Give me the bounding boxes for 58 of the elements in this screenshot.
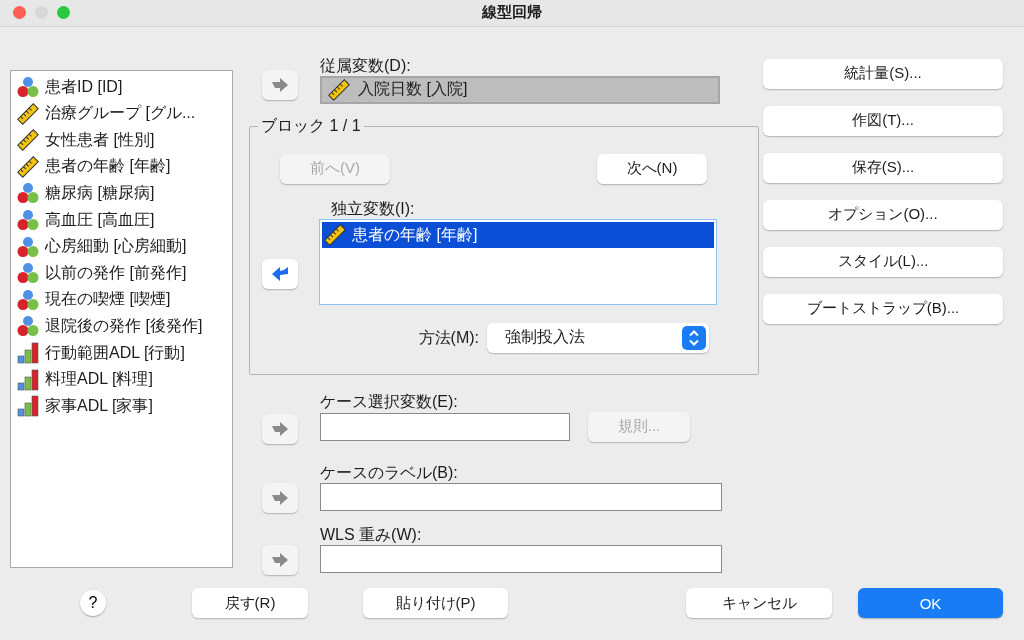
field-label: ケース選択変数(E): [320,391,459,412]
field-label: WLS 重み(W): [320,524,423,545]
window-title: 線型回帰 [480,3,543,23]
input-field[interactable] [320,412,570,441]
variable-item[interactable]: 治療グループ [グル... [15,100,232,127]
bars-icon [17,342,39,365]
dialog-button[interactable]: 戻す(R) [192,588,308,619]
ok-button[interactable]: OK [858,588,1003,619]
method-select[interactable]: 強制投入法 [487,322,709,353]
bars-icon [17,368,39,391]
right-arrow-icon [271,490,289,505]
variable-item[interactable]: 現在の喫煙 [喫煙] [15,286,232,314]
variable-item[interactable]: 糖尿病 [糖尿病] [15,180,232,207]
ruler-icon [324,224,346,247]
circles-icon [17,235,39,258]
field-label: ケースのラベル(B): [320,462,459,483]
dialog-button[interactable]: 統計量(S)... [763,58,1003,89]
next-button[interactable]: 次へ(N) [597,153,707,184]
stepper-icon [682,325,706,350]
circles-icon [17,209,39,232]
variable-item[interactable]: 心房細動 [心房細動] [15,233,232,260]
zoom-button[interactable] [57,6,70,20]
variable-item[interactable]: 患者の年齢 [年齢] [15,153,232,181]
circles-icon [17,182,39,205]
left-arrow-icon [271,265,289,282]
close-button[interactable] [13,6,26,20]
field-label: 独立変数(I): [330,198,416,219]
variable-item[interactable]: 行動範囲ADL [行動] [15,339,232,367]
move-button[interactable] [262,258,298,289]
circles-icon [17,288,39,311]
circles-icon [17,76,39,99]
right-arrow-icon [271,77,289,92]
variable-item[interactable]: 患者の年齢 [年齢] [322,221,714,249]
right-arrow-icon [271,552,289,567]
variable-item[interactable]: 以前の発作 [前発作] [15,259,232,287]
dialog-button[interactable]: 作図(T)... [763,105,1003,136]
variable-item[interactable]: 患者ID [ID] [15,73,232,101]
dialog-button[interactable]: 貼り付け(P) [363,588,508,619]
circles-icon [17,262,39,285]
variable-item[interactable]: 料理ADL [料理] [15,366,232,393]
variable-item[interactable]: 女性患者 [性別] [15,127,232,154]
bars-icon [17,395,39,418]
input-field[interactable] [320,482,722,511]
dialog-button[interactable]: ブートストラップ(B)... [763,293,1003,324]
help-button[interactable]: ? [80,590,106,617]
variable-item[interactable]: 高血圧 [高血圧] [15,206,232,234]
circles-icon [17,315,39,338]
input-field[interactable] [320,544,722,573]
dialog-button[interactable]: 保存(S)... [763,152,1003,183]
field-label: 方法(M): [418,328,479,349]
dialog-button[interactable]: オプション(O)... [763,199,1003,230]
variable-item[interactable]: 退院後の発作 [後発作] [15,313,232,340]
right-arrow-icon [271,421,289,436]
dialog-button[interactable]: スタイル(L)... [763,246,1003,277]
dialog-button[interactable]: キャンセル [686,588,832,619]
dependent-field[interactable]: 入院日数 [入院] [320,75,720,104]
field-label: 従属変数(D): [320,55,412,76]
variable-item[interactable]: 家事ADL [家事] [15,392,232,420]
